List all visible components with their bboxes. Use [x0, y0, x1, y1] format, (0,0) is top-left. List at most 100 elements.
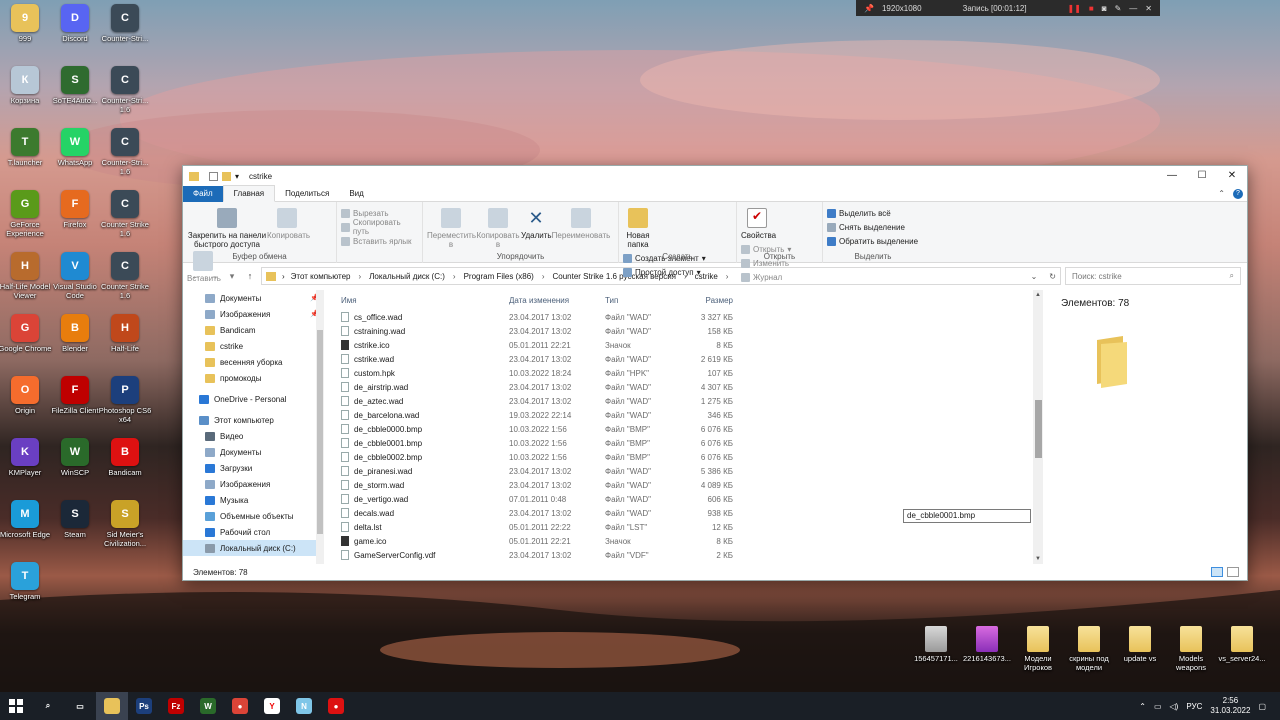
pin-icon[interactable]: 📌: [864, 4, 874, 13]
desktop-icon[interactable]: S SoTE4Auto...: [47, 66, 103, 105]
table-row[interactable]: cstrike.ico 05.01.2011 22:21 Значок 8 КБ: [335, 338, 1037, 352]
desktop-icon[interactable]: G Google Chrome: [0, 314, 53, 353]
history-button[interactable]: Журнал: [741, 270, 791, 284]
nav-item[interactable]: Bandicam: [183, 322, 323, 338]
table-row[interactable]: game.ico 05.01.2011 22:21 Значок 8 КБ: [335, 534, 1037, 548]
tray-overflow-icon[interactable]: ⌃: [1139, 702, 1146, 711]
taskbar-app[interactable]: N: [288, 692, 320, 720]
desktop-icon[interactable]: Models weapons: [1163, 626, 1219, 672]
taskbar-app[interactable]: Y: [256, 692, 288, 720]
desktop-icon[interactable]: скрины под модели: [1061, 626, 1117, 672]
desktop-icon[interactable]: C Counter Strike 1.6: [97, 252, 153, 300]
desktop-icon[interactable]: 156457171...: [908, 626, 964, 663]
taskbar-app[interactable]: ●: [224, 692, 256, 720]
title-bar[interactable]: ▾ cstrike — ☐ ✕: [183, 166, 1247, 186]
desktop-icon[interactable]: update vs: [1112, 626, 1168, 663]
table-row[interactable]: GameServerConfig.vdf 23.04.2017 13:02 Файл…: [335, 548, 1037, 562]
nav-item[interactable]: Документы: [183, 444, 323, 460]
invert-selection-button[interactable]: Обратить выделение: [827, 234, 919, 248]
volume-icon[interactable]: ◁): [1170, 702, 1179, 711]
select-none-button[interactable]: Снять выделение: [827, 220, 919, 234]
camera-icon[interactable]: ◙: [1102, 4, 1107, 13]
easy-access-button[interactable]: Простой доступ ▾: [623, 265, 706, 279]
table-row[interactable]: de_piranesi.wad 23.04.2017 13:02 Файл "WAD…: [335, 464, 1037, 478]
desktop-icon[interactable]: S Sid Meier's Civilization...: [97, 500, 153, 548]
copy-button[interactable]: Копировать: [267, 206, 310, 240]
column-type[interactable]: Тип: [605, 296, 685, 305]
notifications-icon[interactable]: ▢: [1258, 702, 1266, 711]
nav-item[interactable]: Этот компьютер: [183, 412, 323, 428]
desktop-icon[interactable]: G GeForce Experience: [0, 190, 53, 238]
nav-item[interactable]: Видео: [183, 428, 323, 444]
network-icon[interactable]: ▭: [1154, 702, 1162, 711]
pin-quick-access-button[interactable]: Закрепить на панели быстрого доступа: [187, 206, 267, 249]
nav-item[interactable]: промокоды: [183, 370, 323, 386]
desktop-icon[interactable]: 2216143673...: [959, 626, 1015, 663]
nav-scrollbar-thumb[interactable]: [317, 330, 323, 534]
delete-button[interactable]: ✕ Удалить: [521, 206, 552, 240]
desktop-icon[interactable]: vs_server24...: [1214, 626, 1270, 663]
clock[interactable]: 2:56 31.03.2022: [1210, 696, 1250, 716]
tab-view[interactable]: Вид: [339, 186, 373, 202]
desktop-icon[interactable]: C Counter-Stri...: [97, 4, 153, 43]
help-icon[interactable]: ?: [1233, 188, 1243, 199]
desktop-icon[interactable]: C Counter-Stri... 1.6: [97, 128, 153, 176]
breadcrumb-item[interactable]: Этот компьютер: [291, 272, 351, 281]
nav-item[interactable]: Объемные объекты: [183, 508, 323, 524]
table-row[interactable]: custom.hpk 10.03.2022 18:24 Файл "HPK" 107 …: [335, 366, 1037, 380]
select-all-button[interactable]: Выделить всё: [827, 206, 919, 220]
nav-item[interactable]: Загрузки: [183, 460, 323, 476]
taskbar-app[interactable]: ⌕: [32, 692, 64, 720]
nav-item[interactable]: Локальный диск (C:): [183, 540, 323, 556]
minimize-button[interactable]: —: [1157, 166, 1187, 186]
desktop-icon[interactable]: W WinSCP: [47, 438, 103, 477]
up-arrow-icon[interactable]: ↑: [243, 271, 257, 281]
properties-icon[interactable]: [209, 171, 218, 181]
taskbar-app[interactable]: Ps: [128, 692, 160, 720]
nav-item[interactable]: cstrike: [183, 338, 323, 354]
address-dropdown-icon[interactable]: ⌄: [1031, 272, 1038, 281]
desktop-icon[interactable]: F FileZilla Client: [47, 376, 103, 415]
breadcrumb-item[interactable]: Program Files (x86): [464, 272, 534, 281]
table-row[interactable]: cstraining.wad 23.04.2017 13:02 Файл "WAD"…: [335, 324, 1037, 338]
refresh-icon[interactable]: ↻: [1049, 272, 1056, 281]
tab-file[interactable]: Файл: [183, 185, 223, 202]
details-view-icon[interactable]: [1211, 567, 1223, 577]
column-name[interactable]: Имя: [335, 296, 509, 305]
nav-item[interactable]: Рабочий стол: [183, 524, 323, 540]
start-button[interactable]: [0, 692, 32, 720]
chevron-right-icon[interactable]: ›: [726, 272, 729, 281]
properties-button[interactable]: ✔ Свойства: [741, 206, 776, 240]
rename-field[interactable]: de_cbble0001.bmp: [903, 509, 1031, 523]
ribbon-collapse-icon[interactable]: ⌃: [1218, 189, 1225, 198]
search-input[interactable]: Поиск: cstrike ⌕: [1065, 267, 1241, 285]
maximize-button[interactable]: ☐: [1187, 166, 1217, 186]
table-row[interactable]: cstrike.wad 23.04.2017 13:02 Файл "WAD" 2 6…: [335, 352, 1037, 366]
tab-share[interactable]: Поделиться: [275, 186, 339, 202]
new-folder-icon[interactable]: [222, 171, 231, 181]
table-row[interactable]: de_airstrip.wad 23.04.2017 13:02 Файл "WAD…: [335, 380, 1037, 394]
table-row[interactable]: cs_office.wad 23.04.2017 13:02 Файл "WAD" 3…: [335, 310, 1037, 324]
chevron-right-icon[interactable]: ›: [359, 272, 362, 281]
desktop-icon[interactable]: D Discord: [47, 4, 103, 43]
taskbar-app[interactable]: [96, 692, 128, 720]
table-row[interactable]: de_vertigo.wad 07.01.2011 0:48 Файл "WAD" 6…: [335, 492, 1037, 506]
rename-button[interactable]: Переименовать: [551, 206, 611, 240]
chevron-right-icon[interactable]: ›: [282, 272, 285, 281]
nav-item[interactable]: Музыка: [183, 492, 323, 508]
file-list-scrollbar-thumb[interactable]: [1035, 400, 1042, 458]
taskbar-app[interactable]: ▭: [64, 692, 96, 720]
table-row[interactable]: de_storm.wad 23.04.2017 13:02 Файл "WAD" 4 …: [335, 478, 1037, 492]
language-indicator[interactable]: РУС: [1186, 702, 1202, 711]
desktop-icon[interactable]: B Bandicam: [97, 438, 153, 477]
breadcrumb-item[interactable]: Локальный диск (C:): [369, 272, 445, 281]
desktop-icon[interactable]: K KMPlayer: [0, 438, 53, 477]
desktop-icon[interactable]: B Blender: [47, 314, 103, 353]
desktop-icon[interactable]: V Visual Studio Code: [47, 252, 103, 300]
desktop-icon[interactable]: T T.launcher: [0, 128, 53, 167]
pause-icon[interactable]: ❚❚: [1068, 4, 1081, 13]
move-to-button[interactable]: Переместить в: [427, 206, 476, 249]
scroll-down-icon[interactable]: ▼: [1033, 556, 1043, 562]
desktop-icon[interactable]: T Telegram: [0, 562, 53, 601]
nav-item[interactable]: весенняя уборка: [183, 354, 323, 370]
